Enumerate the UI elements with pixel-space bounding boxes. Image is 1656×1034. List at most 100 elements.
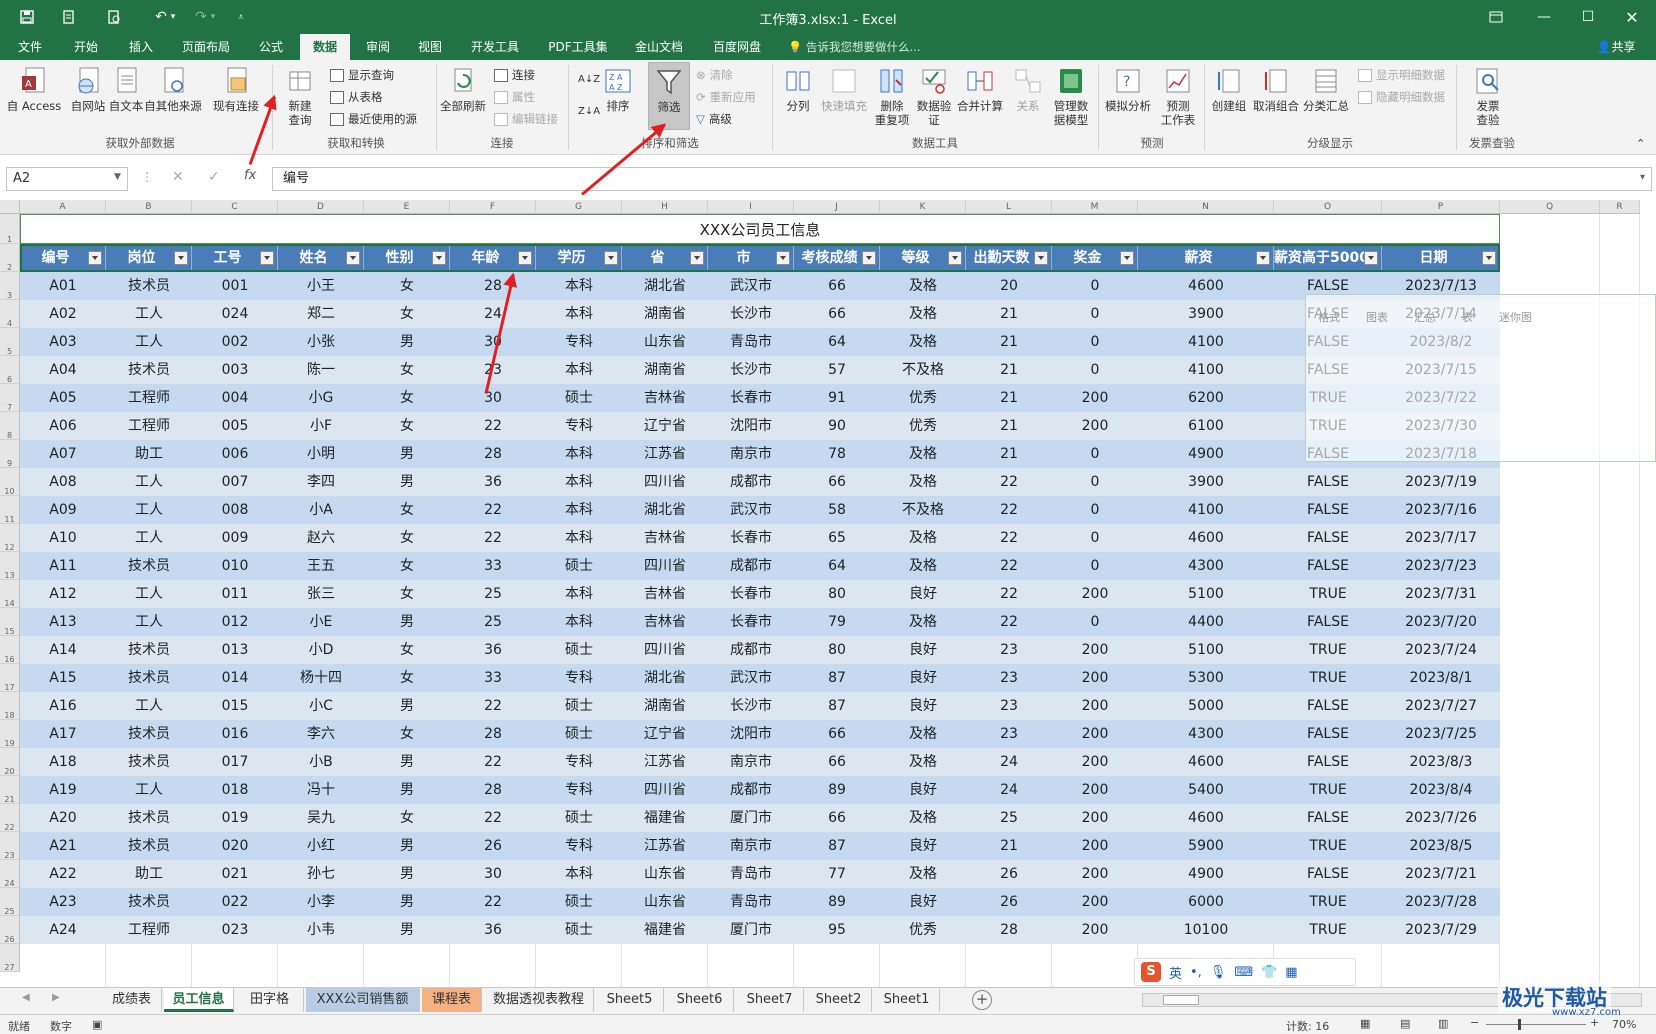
column-header[interactable]: D [278,200,364,214]
table-cell[interactable]: A02 [20,300,106,328]
table-cell[interactable]: 工程师 [106,384,192,412]
column-header[interactable]: C [192,200,278,214]
table-cell[interactable]: 小韦 [278,916,364,944]
table-cell[interactable]: 5900 [1138,832,1274,860]
page-layout-view-icon[interactable]: ▤ [1400,1017,1410,1030]
table-cell[interactable]: 长沙市 [708,300,794,328]
table-cell[interactable]: A19 [20,776,106,804]
table-cell[interactable]: 24 [966,776,1052,804]
table-cell[interactable]: 23 [966,664,1052,692]
table-cell[interactable]: 湖南省 [622,300,708,328]
column-header[interactable]: P [1382,200,1500,214]
table-cell[interactable]: 女 [364,552,450,580]
table-cell[interactable]: 长春市 [708,608,794,636]
maximize-icon[interactable]: ☐ [1568,4,1608,30]
table-cell[interactable]: 福建省 [622,804,708,832]
from-access-button[interactable]: A 自 Access [6,66,62,113]
table-cell[interactable]: 辽宁省 [622,412,708,440]
normal-view-icon[interactable]: ▦ [1360,1017,1370,1030]
table-cell[interactable]: 013 [192,636,278,664]
table-cell[interactable]: 2023/7/30 [1382,412,1500,440]
table-cell[interactable]: 002 [192,328,278,356]
table-cell[interactable]: 30 [450,384,536,412]
column-header[interactable]: F [450,200,536,214]
table-cell[interactable]: 2023/7/19 [1382,468,1500,496]
table-cell[interactable]: FALSE [1274,748,1382,776]
row-header[interactable]: 6 [0,356,20,384]
table-cell[interactable]: 杨十四 [278,664,364,692]
sheet-tab-tianzige[interactable]: 田字格 [236,988,304,1012]
table-cell[interactable]: 22 [450,748,536,776]
table-cell[interactable]: 2023/7/20 [1382,608,1500,636]
worksheet-grid[interactable]: ABCDEFGHIJKLMNOPQR 1 2 3 4 5 6 7 8 9 10 11 12 13 14 15… [0,200,1656,987]
table-cell[interactable]: 及格 [880,608,966,636]
filter-dropdown-icon[interactable] [260,251,274,265]
table-cell[interactable]: 79 [794,608,880,636]
row-header[interactable]: 4 [0,300,20,328]
table-cell[interactable]: 66 [794,272,880,300]
existing-connections-button[interactable]: 现有连接 [206,66,266,113]
column-header[interactable]: G [536,200,622,214]
table-cell[interactable]: 33 [450,664,536,692]
table-cell[interactable]: A13 [20,608,106,636]
table-cell[interactable]: 4600 [1138,804,1274,832]
table-cell[interactable]: 6100 [1138,412,1274,440]
table-cell[interactable]: 张三 [278,580,364,608]
filter-button[interactable]: 筛选 [648,62,690,130]
column-header[interactable]: O [1274,200,1382,214]
tab-pdf-tools[interactable]: PDF工具集 [540,34,616,60]
table-cell[interactable]: 200 [1052,384,1138,412]
share-button[interactable]: 👤共享 [1586,34,1646,60]
table-cell[interactable]: FALSE [1274,468,1382,496]
table-cell[interactable]: 男 [364,748,450,776]
sheet-tab-schedule[interactable]: 课程表 [422,988,482,1012]
sheet-tab-sheet7[interactable]: Sheet7 [736,988,804,1012]
table-cell[interactable]: 89 [794,776,880,804]
table-cell[interactable]: 江苏省 [622,832,708,860]
table-cell[interactable]: 良好 [880,832,966,860]
row-header[interactable]: 22 [0,804,20,832]
sort-descending-button[interactable]: Z↓A [578,102,600,120]
table-cell[interactable]: 本科 [536,356,622,384]
forecast-sheet-button[interactable]: 预测 工作表 [1156,66,1200,127]
recent-sources-button[interactable]: 最近使用的源 [330,110,417,128]
table-cell[interactable]: 技术员 [106,664,192,692]
table-cell[interactable]: 青岛市 [708,328,794,356]
minimize-icon[interactable]: — [1524,4,1564,30]
table-cell[interactable]: 5100 [1138,580,1274,608]
table-cell[interactable]: 200 [1052,692,1138,720]
table-cell[interactable]: 武汉市 [708,496,794,524]
table-cell[interactable]: 2023/7/15 [1382,356,1500,384]
table-cell[interactable]: 本科 [536,440,622,468]
sheet-tab-scores[interactable]: 成绩表 [102,988,162,1012]
table-cell[interactable]: 28 [966,916,1052,944]
table-cell[interactable]: 技术员 [106,832,192,860]
table-cell[interactable]: 专科 [536,328,622,356]
table-cell[interactable]: 技术员 [106,888,192,916]
column-header[interactable]: E [364,200,450,214]
table-cell[interactable]: 0 [1052,552,1138,580]
table-cell[interactable]: 22 [450,412,536,440]
table-cell[interactable]: 湖北省 [622,272,708,300]
table-cell[interactable]: 及格 [880,804,966,832]
formula-bar-handle-icon[interactable]: ⋮ [141,170,153,184]
table-cell[interactable]: 小G [278,384,364,412]
tab-formulas[interactable]: 公式 [248,34,294,60]
table-cell[interactable]: 200 [1052,412,1138,440]
table-cell[interactable]: 36 [450,468,536,496]
filter-dropdown-icon[interactable] [88,251,102,265]
table-cell[interactable]: 10100 [1138,916,1274,944]
table-cell[interactable]: 男 [364,916,450,944]
consolidate-button[interactable]: 合并计算 [954,66,1006,113]
table-cell[interactable]: FALSE [1274,804,1382,832]
table-cell[interactable]: FALSE [1274,720,1382,748]
table-cell[interactable]: 南京市 [708,440,794,468]
table-cell[interactable]: 2023/7/29 [1382,916,1500,944]
table-cell[interactable]: 工人 [106,580,192,608]
name-box[interactable]: A2 [6,167,128,191]
column-header[interactable]: J [794,200,880,214]
table-cell[interactable]: 2023/7/25 [1382,720,1500,748]
table-cell[interactable]: 200 [1052,832,1138,860]
tell-me-box[interactable]: 💡 告诉我您想要做什么... [788,34,938,60]
table-cell[interactable]: 工人 [106,692,192,720]
